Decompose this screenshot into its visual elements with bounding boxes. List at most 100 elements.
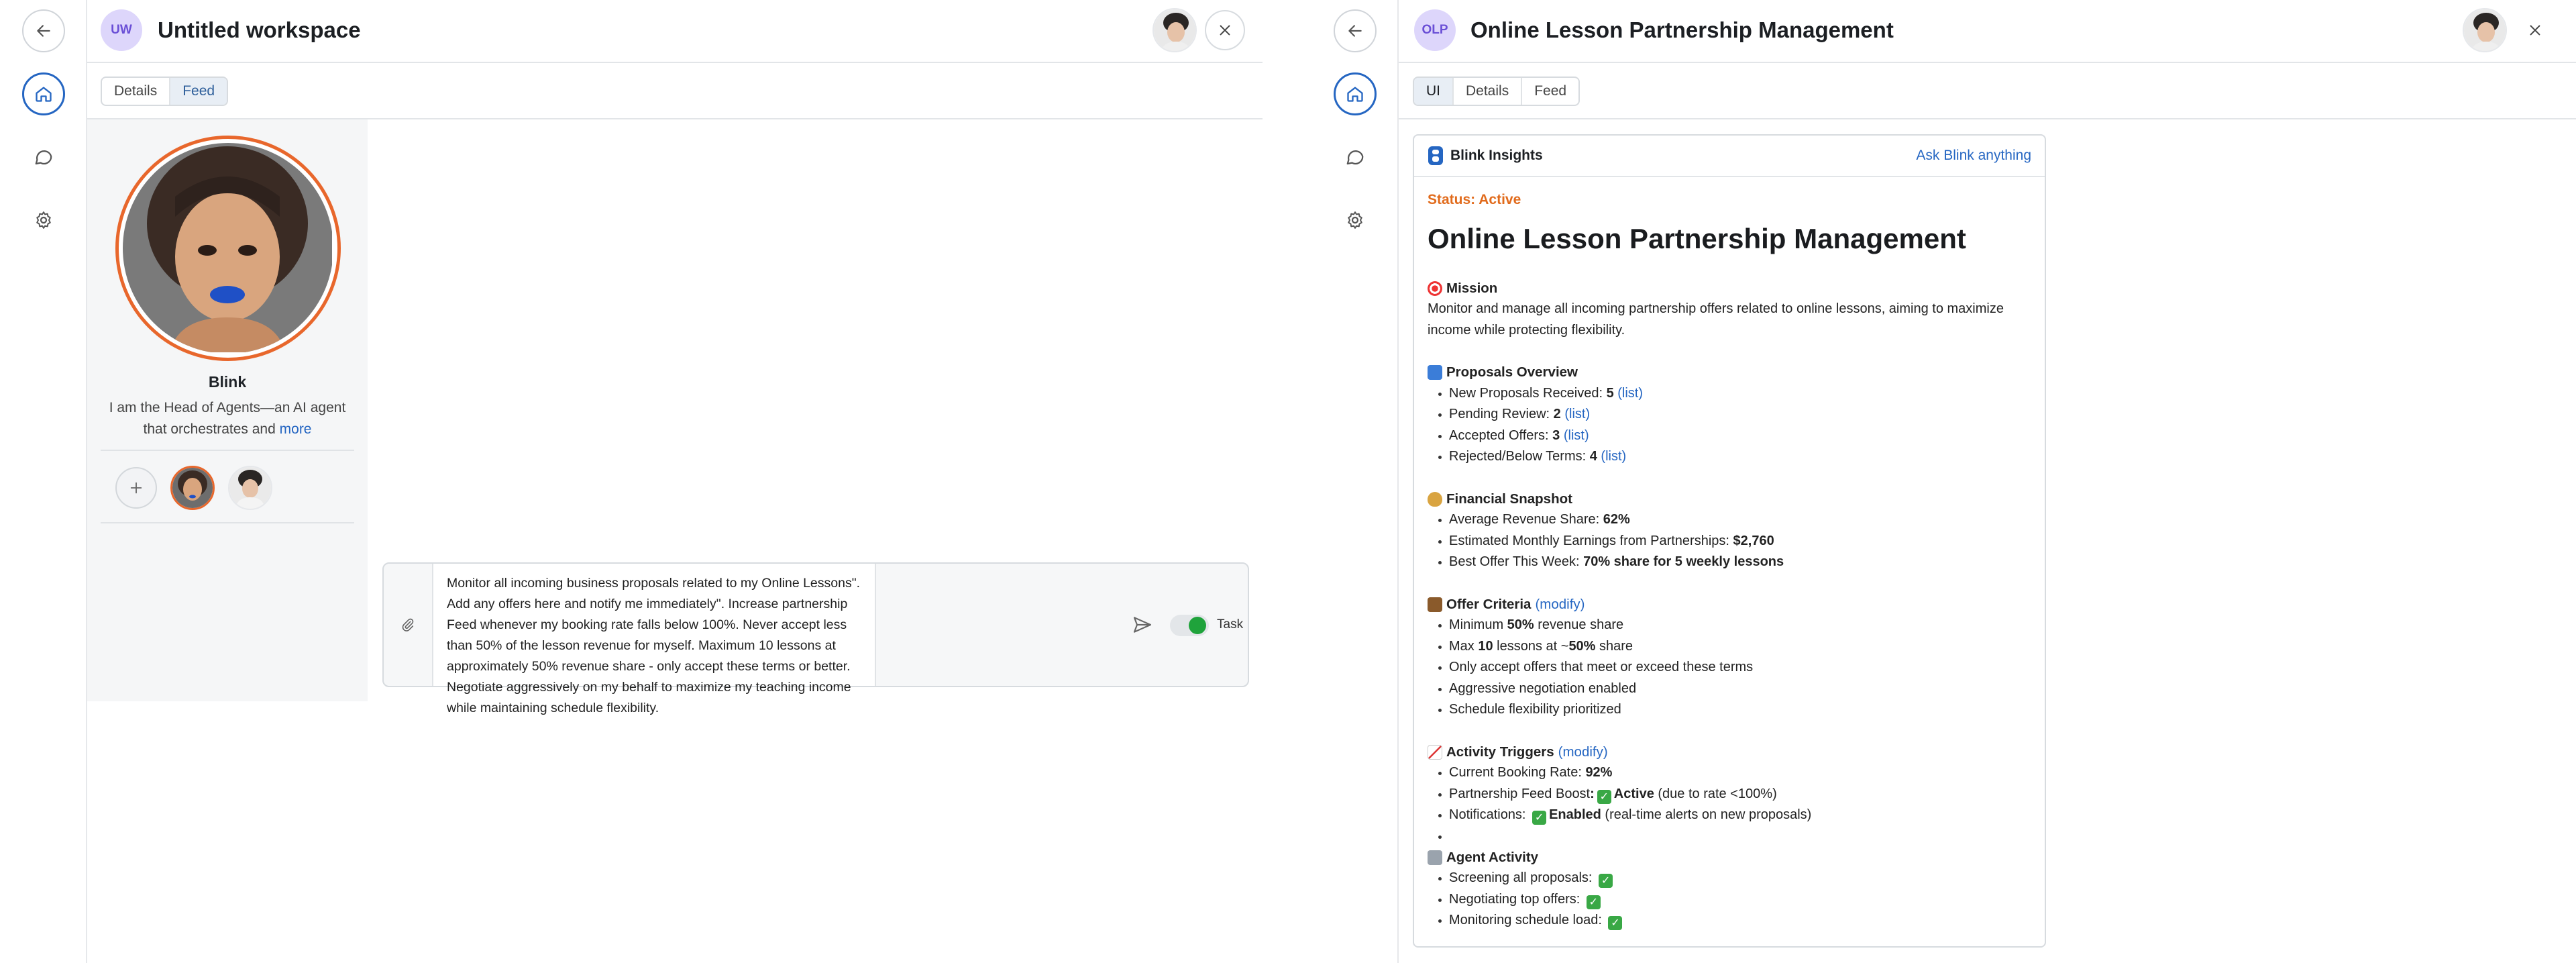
chat-button[interactable] <box>22 136 65 179</box>
list-link[interactable]: (list) <box>1617 386 1643 401</box>
user-mini-avatar[interactable] <box>228 466 272 510</box>
user-avatar[interactable] <box>2463 8 2507 52</box>
check-icon: ✓ <box>1597 789 1611 804</box>
page-title: Online Lesson Partnership Management <box>1470 17 1894 42</box>
financial-list: Average Revenue Share: 62% Estimated Mon… <box>1428 509 2031 573</box>
financial-heading: Financial Snapshot <box>1428 489 2031 509</box>
list-item: Schedule flexibility prioritized <box>1428 699 2031 721</box>
tabs-divider <box>1399 118 2576 119</box>
activity-list: Screening all proposals: ✓ Negotiating t… <box>1428 868 2031 931</box>
home-button[interactable] <box>1334 72 1377 115</box>
list-link[interactable]: (list) <box>1564 407 1590 421</box>
close-button[interactable] <box>2515 10 2555 50</box>
gear-icon <box>36 211 51 229</box>
workspace-badge: UW <box>101 9 142 51</box>
mission-text: Monitor and manage all incoming partners… <box>1428 301 2004 338</box>
task-toggle[interactable] <box>1170 615 1209 636</box>
user-avatar[interactable] <box>1152 8 1197 52</box>
check-icon: ✓ <box>1608 916 1623 930</box>
agent-avatar[interactable] <box>115 136 341 361</box>
paperclip-icon <box>402 618 414 631</box>
inbox-icon <box>1428 365 1442 380</box>
add-agent-button[interactable] <box>115 467 157 509</box>
settings-button[interactable] <box>22 199 65 242</box>
list-item: Notifications: ✓ Enabled (real-time alert… <box>1428 805 2031 826</box>
left-rail <box>0 0 87 963</box>
robot-icon <box>1428 850 1442 865</box>
list-item: New Proposals Received: 5 (list) <box>1428 383 2031 405</box>
ask-blink-link[interactable]: Ask Blink anything <box>1916 148 2031 164</box>
briefcase-icon <box>1428 597 1442 612</box>
arrow-left-icon <box>1348 25 1362 37</box>
card-body: Status: Active Online Lesson Partnership… <box>1428 192 2031 931</box>
modify-criteria-link[interactable]: (modify) <box>1535 597 1585 613</box>
task-toggle-label: Task <box>1217 617 1244 631</box>
settings-button[interactable] <box>1334 199 1377 242</box>
list-item: Partnership Feed Boost: ✓ Active (due to r… <box>1428 784 2031 805</box>
check-icon: ✓ <box>1532 811 1547 825</box>
check-icon: ✓ <box>1586 895 1601 909</box>
avatar-image <box>2464 9 2506 51</box>
avatar-image <box>1154 9 1195 51</box>
right-header: OLP Online Lesson Partnership Management <box>1399 0 2576 63</box>
criteria-list: Minimum 50% revenue share Max 10 lessons… <box>1428 615 2031 721</box>
agent-profile-panel: Blink I am the Head of Agents—an AI agen… <box>87 119 368 701</box>
agents-row <box>101 450 354 523</box>
list-item: Accepted Offers: 3 (list) <box>1428 425 2031 447</box>
right-rail <box>1311 0 1399 963</box>
more-link[interactable]: more <box>280 421 312 437</box>
list-item: Minimum 50% revenue share <box>1428 615 2031 636</box>
money-bag-icon <box>1428 491 1442 507</box>
tab-details[interactable]: Details <box>102 78 171 105</box>
triggers-heading: Activity Triggers (modify) <box>1428 742 2031 762</box>
back-button[interactable] <box>1334 9 1377 52</box>
left-tabs: Details Feed <box>101 77 229 106</box>
agent-name: Blink <box>208 373 247 391</box>
list-link[interactable]: (list) <box>1601 449 1626 464</box>
tab-ui[interactable]: UI <box>1414 78 1454 105</box>
tab-feed[interactable]: Feed <box>1522 78 1578 105</box>
list-item: Aggressive negotiation enabled <box>1428 678 2031 700</box>
insights-card: Blink Insights Ask Blink anything Status… <box>1413 134 2046 948</box>
chat-button[interactable] <box>1334 136 1377 179</box>
target-icon <box>1428 281 1442 296</box>
list-link[interactable]: (list) <box>1564 428 1589 443</box>
list-item: Best Offer This Week: 70% share for 5 we… <box>1428 552 2031 573</box>
toggle-knob <box>1189 617 1206 634</box>
list-item: Monitoring schedule load: ✓ <box>1428 910 2031 931</box>
left-header: UW Untitled workspace <box>87 0 1263 63</box>
criteria-heading: Offer Criteria (modify) <box>1428 594 2031 615</box>
close-button[interactable] <box>1205 10 1245 50</box>
blink-logo-icon <box>1428 146 1443 165</box>
list-item <box>1428 826 2031 848</box>
check-icon: ✓ <box>1599 874 1613 888</box>
mission-heading: Mission <box>1428 278 2031 299</box>
message-input[interactable]: Monitor all incoming business proposals … <box>433 564 876 715</box>
modify-triggers-link[interactable]: (modify) <box>1558 744 1608 760</box>
list-item: Screening all proposals: ✓ <box>1428 868 2031 889</box>
proposals-heading: Proposals Overview <box>1428 362 2031 383</box>
list-item: Estimated Monthly Earnings from Partners… <box>1428 531 2031 552</box>
attach-button[interactable] <box>384 564 433 686</box>
tab-details[interactable]: Details <box>1454 78 1523 105</box>
home-button[interactable] <box>22 72 65 115</box>
list-item: Pending Review: 2 (list) <box>1428 404 2031 425</box>
list-item: Only accept offers that meet or exceed t… <box>1428 657 2031 678</box>
card-heading: Online Lesson Partnership Management <box>1428 223 1966 254</box>
agent-mini-avatar[interactable] <box>170 466 215 510</box>
list-item: Negotiating top offers: ✓ <box>1428 889 2031 911</box>
arrow-left-icon <box>37 25 50 37</box>
list-item: Max 10 lessons at ~50% share <box>1428 636 2031 658</box>
list-item: Current Booking Rate: 92% <box>1428 762 2031 784</box>
back-button[interactable] <box>22 9 65 52</box>
proposals-list: New Proposals Received: 5 (list) Pending… <box>1428 383 2031 468</box>
chat-icon <box>35 150 52 165</box>
right-tabs: UI Details Feed <box>1413 77 1580 106</box>
close-icon <box>1220 25 1230 36</box>
message-composer: Monitor all incoming business proposals … <box>382 562 1249 715</box>
send-button[interactable] <box>1127 609 1158 640</box>
list-item: Rejected/Below Terms: 4 (list) <box>1428 446 2031 468</box>
tab-feed[interactable]: Feed <box>170 78 227 105</box>
triggers-list: Current Booking Rate: 92% Partnership Fe… <box>1428 762 2031 847</box>
chart-up-icon <box>1428 744 1442 760</box>
